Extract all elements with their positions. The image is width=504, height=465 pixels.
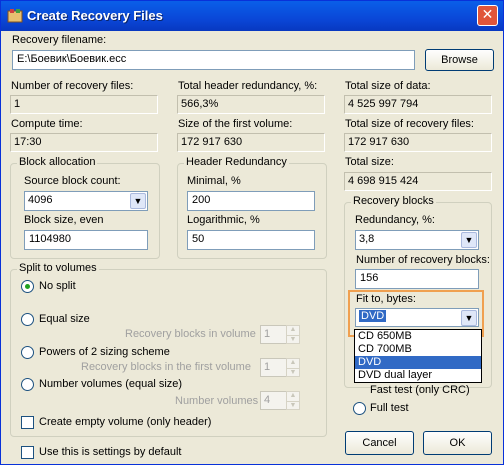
recovery-filename-input[interactable]: E:\Боевик\Боевик.ecc — [12, 50, 415, 70]
recovery-in-first-label: Recovery blocks in the first volume — [81, 361, 251, 373]
ok-button[interactable]: OK — [423, 431, 492, 455]
num-recovery-files-label: Number of recovery files: — [11, 80, 134, 92]
source-block-count-select[interactable]: 4096 ▼ — [24, 191, 148, 211]
title-bar[interactable]: Create Recovery Files ✕ — [1, 1, 503, 31]
full-test-radio[interactable] — [353, 402, 366, 415]
recovery-blocks-title: Recovery blocks — [351, 195, 436, 207]
fit-to-value: DVD — [359, 310, 387, 322]
block-allocation-title: Block allocation — [17, 156, 98, 168]
chevron-down-icon[interactable]: ▼ — [461, 310, 477, 326]
default-settings-checkbox[interactable] — [21, 446, 34, 459]
num-recovery-files-value: 1 — [10, 95, 158, 114]
fit-to-dropdown-list[interactable]: CD 650MB CD 700MB DVD DVD dual layer — [354, 329, 482, 383]
size-first-volume-label: Size of the first volume: — [178, 118, 293, 130]
browse-button[interactable]: Browse — [425, 49, 494, 71]
minimal-label: Minimal, % — [187, 175, 241, 187]
total-size-label: Total size: — [345, 156, 394, 168]
header-redundancy-title: Header Redundancy — [184, 156, 289, 168]
total-size-recovery-value: 172 917 630 — [344, 133, 492, 152]
fast-test-label: Fast test (only CRC) — [370, 384, 470, 396]
source-block-count-value: 4096 — [28, 194, 53, 206]
minimal-input[interactable]: 200 — [187, 191, 315, 211]
fit-option-cd700[interactable]: CD 700MB — [355, 343, 481, 356]
fit-to-label: Fit to, bytes: — [356, 293, 416, 305]
create-recovery-files-window: Create Recovery Files ✕ Recovery filenam… — [0, 0, 504, 465]
fit-to-select[interactable]: DVD ▼ — [355, 308, 479, 327]
powers-of-2-label: Powers of 2 sizing scheme — [39, 346, 170, 358]
total-size-value: 4 698 915 424 — [344, 172, 492, 191]
number-recovery-blocks-label: Number of recovery blocks: — [356, 254, 490, 266]
no-split-radio[interactable] — [21, 280, 34, 293]
recovery-in-volume-label: Recovery blocks in volume — [125, 328, 256, 340]
app-icon — [7, 9, 23, 23]
total-size-recovery-label: Total size of recovery files: — [345, 118, 474, 130]
chevron-down-icon[interactable]: ▼ — [461, 232, 477, 248]
equal-size-label: Equal size — [39, 313, 90, 325]
recovery-in-first-spinner[interactable]: ▲ ▼ — [286, 358, 300, 377]
fit-option-dvd[interactable]: DVD — [355, 356, 481, 369]
recovery-filename-label: Recovery filename: — [12, 34, 107, 46]
logarithmic-input[interactable]: 50 — [187, 230, 315, 250]
number-volumes-radio[interactable] — [21, 378, 34, 391]
block-size-input[interactable]: 1104980 — [24, 230, 148, 250]
close-button[interactable]: ✕ — [477, 5, 498, 26]
create-empty-checkbox[interactable] — [21, 416, 34, 429]
split-to-volumes-title: Split to volumes — [17, 262, 99, 274]
fit-option-cd650[interactable]: CD 650MB — [355, 330, 481, 343]
create-empty-label: Create empty volume (only header) — [39, 416, 212, 428]
compute-time-label: Compute time: — [11, 118, 83, 130]
compute-time-value: 17:30 — [10, 133, 158, 152]
source-block-count-label: Source block count: — [24, 175, 121, 187]
recovery-in-volume-spinner[interactable]: ▲ ▼ — [286, 325, 300, 344]
number-volumes-spinner[interactable]: ▲ ▼ — [286, 391, 300, 410]
redundancy-label: Redundancy, %: — [355, 214, 435, 226]
total-size-data-value: 4 525 997 794 — [344, 95, 492, 114]
total-header-redundancy-label: Total header redundancy, %: — [178, 80, 318, 92]
logarithmic-label: Logarithmic, % — [187, 214, 260, 226]
window-title: Create Recovery Files — [27, 8, 163, 23]
number-recovery-blocks-input[interactable]: 156 — [355, 269, 479, 289]
full-test-label: Full test — [370, 402, 409, 414]
total-header-redundancy-value: 566,3% — [177, 95, 325, 114]
size-first-volume-value: 172 917 630 — [177, 133, 325, 152]
equal-size-radio[interactable] — [21, 313, 34, 326]
fit-option-dvd-dual[interactable]: DVD dual layer — [355, 369, 481, 382]
redundancy-value: 3,8 — [359, 233, 375, 245]
no-split-label: No split — [39, 280, 76, 292]
powers-of-2-radio[interactable] — [21, 346, 34, 359]
block-size-label: Block size, even — [24, 214, 104, 226]
chevron-down-icon[interactable]: ▼ — [130, 193, 146, 209]
default-settings-label: Use this is settings by default — [39, 446, 182, 458]
cancel-button[interactable]: Cancel — [345, 431, 414, 455]
redundancy-select[interactable]: 3,8 ▼ — [355, 230, 479, 250]
total-size-data-label: Total size of data: — [345, 80, 431, 92]
number-volumes-label: Number volumes — [175, 395, 259, 407]
number-volumes-option-label: Number volumes (equal size) — [39, 378, 183, 390]
